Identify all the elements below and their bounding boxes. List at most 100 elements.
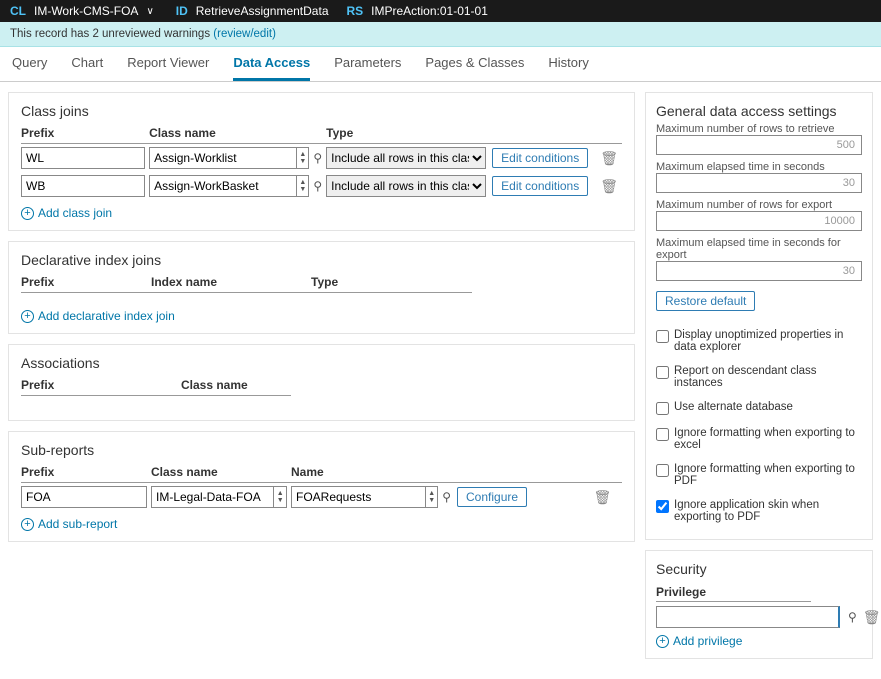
check-excel[interactable] <box>656 428 669 441</box>
configure-button[interactable]: Configure <box>457 487 527 507</box>
class-input[interactable] <box>149 175 297 197</box>
id-value: RetrieveAssignmentData <box>196 4 329 18</box>
search-icon[interactable]: ⚲ <box>848 610 857 624</box>
associations-panel: Associations Prefix Class name <box>8 344 635 421</box>
max-rows-export-input[interactable] <box>656 211 862 231</box>
sub-reports-panel: Sub-reports Prefix Class name Name <box>8 431 635 542</box>
warning-review-link[interactable]: (review/edit) <box>213 28 276 40</box>
check-skin[interactable] <box>656 500 669 513</box>
chevron-down-icon[interactable]: ∨ <box>146 6 153 17</box>
declarative-title: Declarative index joins <box>21 252 622 268</box>
prefix-input[interactable] <box>21 175 145 197</box>
class-input[interactable] <box>149 147 297 169</box>
privilege-input[interactable] <box>656 606 840 628</box>
search-icon[interactable]: ⚲ <box>313 151 322 165</box>
add-class-join-link[interactable]: + Add class join <box>21 206 112 220</box>
name-input[interactable] <box>291 486 426 508</box>
trash-icon[interactable]: 🗑 <box>600 150 618 166</box>
security-panel: Security Privilege ⚲ 🗑 + Add privilege <box>645 550 873 659</box>
table-row: ▲▼ ⚲ Include all rows in this class Edit… <box>21 144 622 173</box>
type-select[interactable]: Include all rows in this class <box>326 175 486 197</box>
spinner-icon[interactable]: ▲▼ <box>274 486 287 508</box>
privilege-label: Privilege <box>656 581 811 602</box>
table-row: ▲▼ ⚲ Include all rows in this class Edit… <box>21 172 622 200</box>
security-title: Security <box>656 561 862 577</box>
tab-bar: Query Chart Report Viewer Data Access Pa… <box>0 47 881 82</box>
add-privilege-link[interactable]: + Add privilege <box>656 634 742 648</box>
tab-chart[interactable]: Chart <box>71 55 103 81</box>
search-icon[interactable]: ⚲ <box>313 179 322 193</box>
warning-bar: This record has 2 unreviewed warnings (r… <box>0 22 881 47</box>
search-icon[interactable]: ⚲ <box>442 490 451 504</box>
check-unoptimized-label: Display unoptimized properties in data e… <box>674 329 862 353</box>
add-sub-report-link[interactable]: + Add sub-report <box>21 517 117 531</box>
col-class: Class name <box>181 375 291 396</box>
tab-data-access[interactable]: Data Access <box>233 55 310 81</box>
check-skin-label: Ignore application skin when exporting t… <box>674 499 862 523</box>
max-rows-input[interactable] <box>656 135 862 155</box>
tab-history[interactable]: History <box>548 55 588 81</box>
col-name: Name <box>291 462 585 483</box>
check-altdb-label: Use alternate database <box>674 401 793 413</box>
spinner-icon[interactable]: ▲▼ <box>426 486 438 508</box>
id-tag: ID <box>176 4 188 18</box>
cl-value[interactable]: IM-Work-CMS-FOA <box>34 4 138 18</box>
add-declarative-link[interactable]: + Add declarative index join <box>21 309 175 323</box>
trash-icon[interactable]: 🗑 <box>600 178 618 194</box>
edit-conditions-button[interactable]: Edit conditions <box>492 148 588 168</box>
rs-tag: RS <box>347 4 364 18</box>
sub-reports-title: Sub-reports <box>21 442 622 458</box>
class-input[interactable] <box>151 486 274 508</box>
class-joins-panel: Class joins Prefix Class name Type <box>8 92 635 231</box>
plus-icon: + <box>656 635 669 648</box>
plus-icon: + <box>21 310 34 323</box>
max-rows-label: Maximum number of rows to retrieve <box>656 123 862 135</box>
trash-icon[interactable]: 🗑 <box>593 489 611 505</box>
check-unoptimized[interactable] <box>656 330 669 343</box>
col-prefix: Prefix <box>21 123 149 144</box>
col-type: Type <box>326 123 592 144</box>
col-prefix: Prefix <box>21 462 151 483</box>
max-rows-export-label: Maximum number of rows for export <box>656 199 862 211</box>
max-time-export-input[interactable] <box>656 261 862 281</box>
general-settings-panel: General data access settings Maximum num… <box>645 92 873 540</box>
check-pdf-label: Ignore formatting when exporting to PDF <box>674 463 862 487</box>
check-pdf[interactable] <box>656 464 669 477</box>
check-excel-label: Ignore formatting when exporting to exce… <box>674 427 862 451</box>
general-title: General data access settings <box>656 103 862 119</box>
max-time-input[interactable] <box>656 173 862 193</box>
trash-icon[interactable]: 🗑 <box>863 609 881 626</box>
type-select[interactable]: Include all rows in this class <box>326 147 486 169</box>
col-class: Class name <box>151 462 291 483</box>
associations-title: Associations <box>21 355 622 371</box>
restore-default-button[interactable]: Restore default <box>656 291 755 311</box>
max-time-export-label: Maximum elapsed time in seconds for expo… <box>656 237 862 261</box>
declarative-joins-panel: Declarative index joins Prefix Index nam… <box>8 241 635 334</box>
col-prefix: Prefix <box>21 375 181 396</box>
check-altdb[interactable] <box>656 402 669 415</box>
record-header: CL IM-Work-CMS-FOA ∨ ID RetrieveAssignme… <box>0 0 881 22</box>
tab-query[interactable]: Query <box>12 55 47 81</box>
tab-parameters[interactable]: Parameters <box>334 55 401 81</box>
col-prefix: Prefix <box>21 272 151 293</box>
tab-pages-classes[interactable]: Pages & Classes <box>425 55 524 81</box>
table-row: ▲▼ ▲▼ ⚲ Configure <box>21 483 622 512</box>
edit-conditions-button[interactable]: Edit conditions <box>492 176 588 196</box>
main-content: Class joins Prefix Class name Type <box>0 82 881 679</box>
warning-text: This record has 2 unreviewed warnings <box>10 28 213 40</box>
prefix-input[interactable] <box>21 486 147 508</box>
rs-value: IMPreAction:01-01-01 <box>371 4 488 18</box>
max-time-label: Maximum elapsed time in seconds <box>656 161 862 173</box>
class-joins-title: Class joins <box>21 103 622 119</box>
plus-icon: + <box>21 207 34 220</box>
prefix-input[interactable] <box>21 147 145 169</box>
tab-report-viewer[interactable]: Report Viewer <box>127 55 209 81</box>
cl-tag: CL <box>10 4 26 18</box>
spinner-icon[interactable]: ▲▼ <box>297 147 309 169</box>
col-class: Class name <box>149 123 326 144</box>
spinner-icon[interactable]: ▲▼ <box>297 175 309 197</box>
plus-icon: + <box>21 518 34 531</box>
col-type: Type <box>311 272 472 293</box>
check-descendant-label: Report on descendant class instances <box>674 365 862 389</box>
check-descendant[interactable] <box>656 366 669 379</box>
